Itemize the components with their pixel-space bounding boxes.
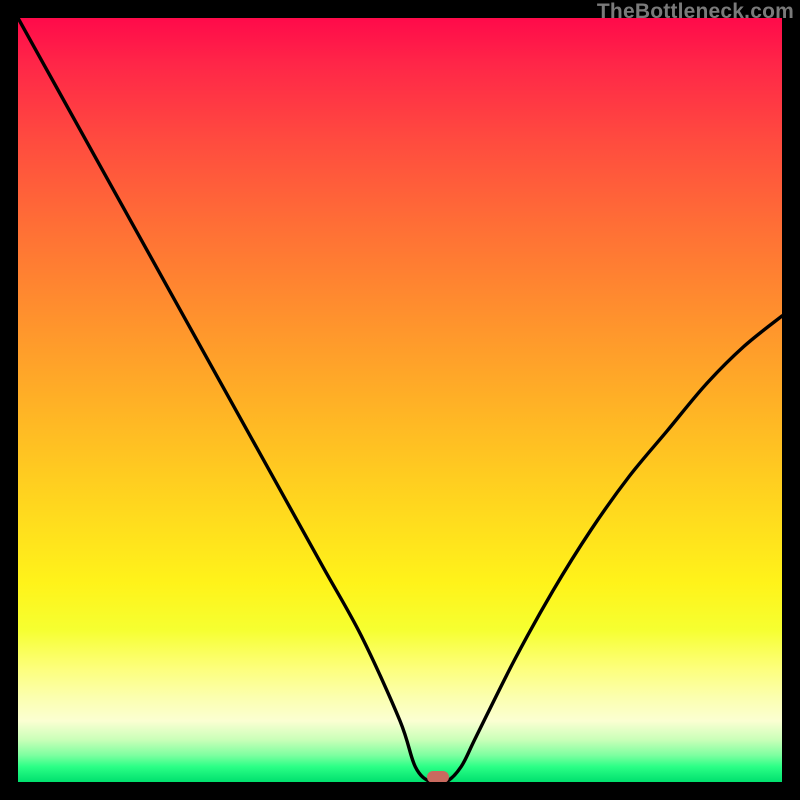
plot-area [18,18,782,782]
bottleneck-curve [18,18,782,782]
min-marker [427,771,449,782]
chart-frame: TheBottleneck.com [0,0,800,800]
